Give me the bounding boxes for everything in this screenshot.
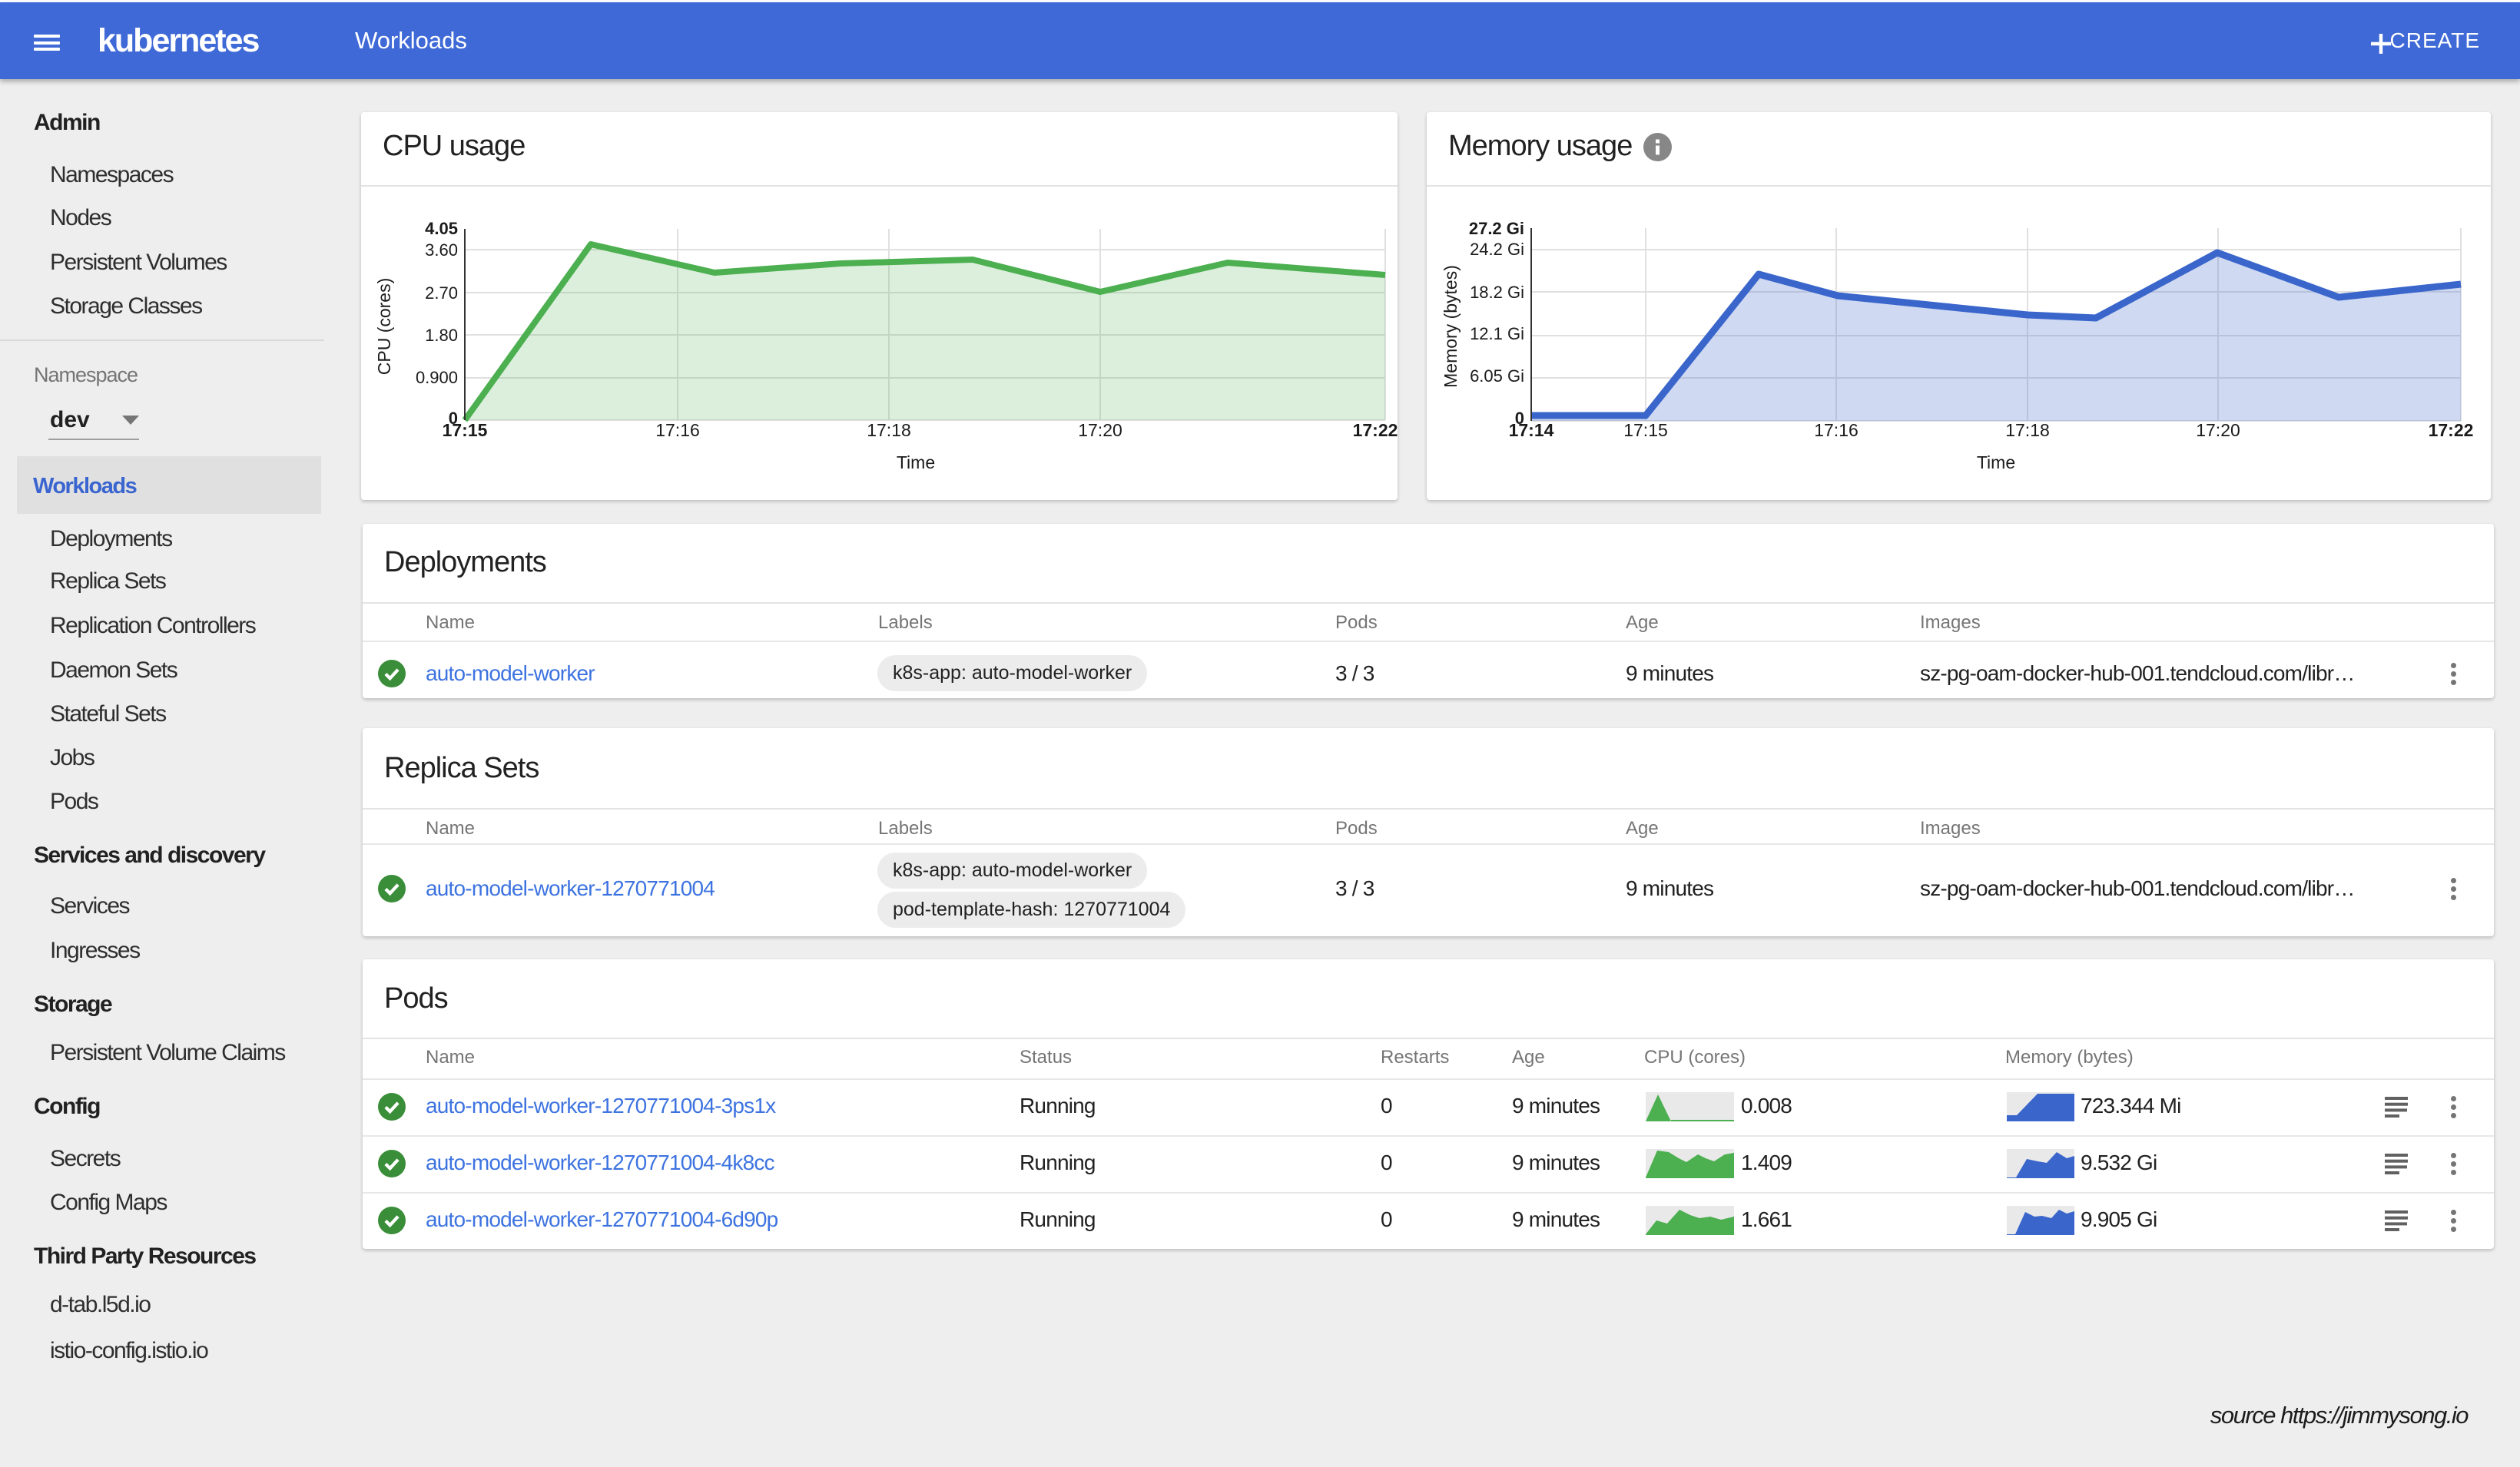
svg-text:17:15: 17:15 — [443, 420, 488, 440]
svg-text:17:18: 17:18 — [867, 420, 911, 440]
svg-text:17:14: 17:14 — [1509, 420, 1554, 440]
svg-text:1.80: 1.80 — [425, 326, 458, 345]
svg-text:17:22: 17:22 — [2429, 420, 2474, 440]
svg-text:27.2 Gi: 27.2 Gi — [1469, 219, 1524, 238]
svg-text:12.1 Gi: 12.1 Gi — [1470, 324, 1524, 343]
svg-text:17:18: 17:18 — [2005, 420, 2050, 440]
svg-text:4.05: 4.05 — [425, 219, 458, 238]
svg-text:24.2 Gi: 24.2 Gi — [1470, 240, 1524, 259]
svg-text:17:22: 17:22 — [1353, 420, 1398, 440]
svg-text:17:16: 17:16 — [1814, 420, 1858, 440]
svg-text:3.60: 3.60 — [425, 240, 458, 260]
svg-text:17:20: 17:20 — [2196, 420, 2240, 440]
svg-text:Time: Time — [1977, 452, 2015, 472]
svg-text:0.900: 0.900 — [416, 368, 458, 387]
svg-text:17:15: 17:15 — [1623, 420, 1668, 440]
svg-text:18.2 Gi: 18.2 Gi — [1470, 283, 1524, 302]
svg-text:6.05 Gi: 6.05 Gi — [1470, 366, 1524, 386]
svg-text:CPU (cores): CPU (cores) — [374, 278, 394, 376]
svg-text:Memory (bytes): Memory (bytes) — [1441, 265, 1461, 388]
svg-text:17:16: 17:16 — [655, 420, 700, 440]
svg-text:2.70: 2.70 — [425, 283, 458, 303]
svg-text:17:20: 17:20 — [1078, 420, 1122, 440]
svg-text:Time: Time — [897, 452, 935, 472]
